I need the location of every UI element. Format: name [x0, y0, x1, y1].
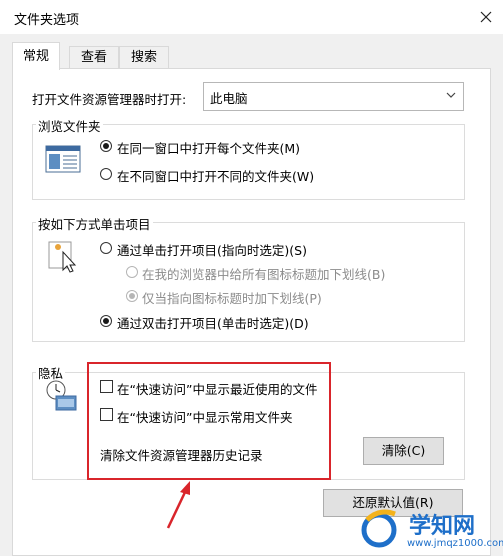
- browse-folders-title: 浏览文件夹: [36, 116, 103, 135]
- radio-single-click[interactable]: [100, 242, 112, 254]
- folder-window-icon: [45, 145, 81, 173]
- click-items-title: 按如下方式单击项目: [36, 214, 153, 233]
- watermark-url: www.jmqz1000.com: [407, 538, 503, 549]
- radio-double-click-label: 通过双击打开项目(单击时选定)(D): [117, 316, 309, 331]
- click-cursor-icon: [48, 241, 77, 273]
- chevron-down-icon: [446, 92, 456, 98]
- title-bar: 文件夹选项: [0, 0, 503, 34]
- radio-underline-all[interactable]: [126, 266, 138, 278]
- clear-button[interactable]: 清除(C): [363, 437, 444, 465]
- watermark-logo-icon: [361, 509, 397, 548]
- window-title: 文件夹选项: [14, 13, 80, 28]
- radio-same-window[interactable]: [100, 140, 112, 152]
- radio-underline-point-label: 仅当指向图标标题时加下划线(P): [142, 291, 322, 306]
- radio-underline-all-label: 在我的浏览器中给所有图标标题加下划线(B): [142, 267, 386, 282]
- open-explorer-value: 此电脑: [210, 91, 248, 106]
- open-explorer-label: 打开文件资源管理器时打开:: [32, 92, 187, 107]
- watermark: 学知网 www.jmqz1000.com: [355, 500, 503, 554]
- radio-single-click-label: 通过单击打开项目(指向时选定)(S): [117, 243, 307, 258]
- tab-view[interactable]: 查看: [69, 46, 119, 69]
- annotation-arrow-icon: [166, 481, 190, 529]
- tab-general[interactable]: 常规: [12, 42, 60, 70]
- radio-same-window-label: 在同一窗口中打开每个文件夹(M): [117, 141, 301, 156]
- radio-new-window-label: 在不同窗口中打开不同的文件夹(W): [117, 169, 315, 184]
- radio-double-click[interactable]: [100, 315, 112, 327]
- tab-search[interactable]: 搜索: [119, 46, 169, 69]
- highlight-annotation-box: [87, 362, 331, 480]
- privacy-clock-icon: [46, 380, 77, 411]
- watermark-text: 学知网: [409, 514, 476, 539]
- browse-folders-group: [32, 124, 465, 200]
- open-explorer-select[interactable]: 此电脑: [203, 82, 464, 111]
- radio-new-window[interactable]: [100, 168, 112, 180]
- close-icon: [480, 11, 492, 23]
- radio-underline-point[interactable]: [126, 290, 138, 302]
- close-button[interactable]: [469, 0, 503, 34]
